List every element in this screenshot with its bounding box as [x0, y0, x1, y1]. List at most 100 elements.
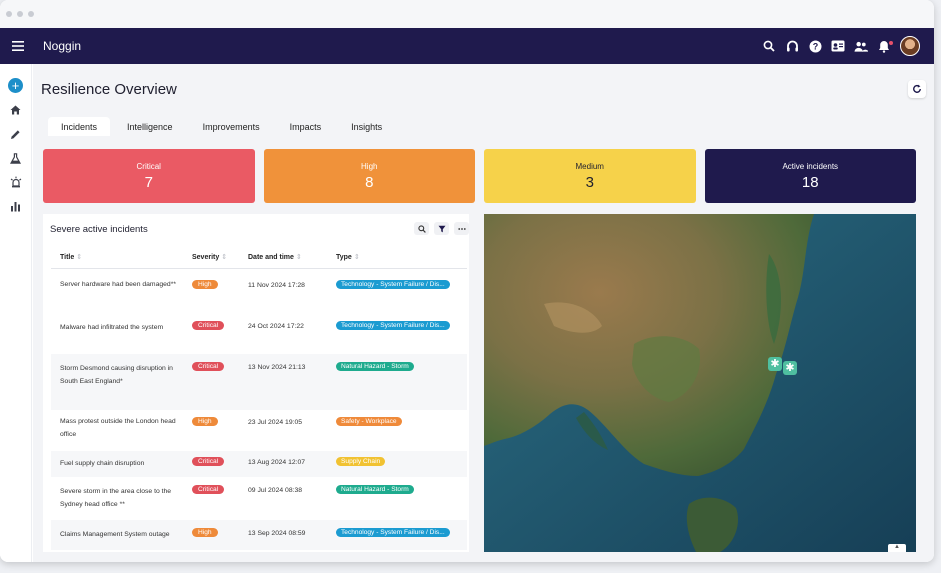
incident-date: 09 Jul 2024 08:38 — [248, 487, 303, 494]
sort-icon: ⇕ — [76, 254, 83, 261]
incident-date: 13 Sep 2024 08:59 — [248, 530, 306, 537]
table-row[interactable]: Claims Management System outage High 13 … — [51, 520, 467, 550]
svg-text:?: ? — [812, 41, 818, 51]
sort-icon: ⇕ — [221, 254, 228, 261]
incident-date: 13 Aug 2024 12:07 — [248, 459, 306, 466]
avatar[interactable] — [900, 36, 920, 56]
tab-insights[interactable]: Insights — [338, 117, 395, 136]
incident-map[interactable]: ✱ ✱ ▲ — [484, 214, 916, 552]
severe-incidents-panel: Severe active incidents Title ⇕ Severity ⇕… — [43, 214, 469, 552]
help-icon[interactable]: ? — [808, 39, 822, 53]
severity-badge: Critical — [192, 457, 225, 466]
chevron-up-icon[interactable]: ▲ — [888, 544, 906, 552]
search-icon[interactable] — [762, 39, 776, 53]
summary-cards: Critical 7 High 8 Medium 3 Active incide… — [43, 149, 916, 203]
column-label: Type — [336, 254, 352, 261]
incident-title: Server hardware had been damaged** — [60, 281, 177, 288]
window-dot[interactable] — [17, 11, 23, 17]
card-value: 18 — [801, 173, 819, 191]
type-badge: Technology - System Failure / Dis... — [336, 528, 450, 537]
contact-card-icon[interactable] — [831, 39, 845, 53]
severity-badge: High — [192, 528, 218, 537]
tab-intelligence[interactable]: Intelligence — [114, 117, 186, 136]
column-label: Severity — [192, 254, 220, 261]
people-icon[interactable] — [854, 39, 868, 53]
chart-icon[interactable] — [9, 199, 23, 213]
card-value: 3 — [585, 173, 594, 191]
home-icon[interactable] — [9, 103, 23, 117]
tab-bar: Incidents Intelligence Improvements Impa… — [48, 117, 395, 136]
severity-badge: Critical — [192, 362, 225, 371]
type-badge: Safety - Workplace — [336, 417, 402, 426]
active-incidents-card[interactable]: Active incidents 18 — [704, 149, 916, 203]
alarm-icon[interactable] — [9, 175, 23, 189]
table-row[interactable]: Storm Desmond causing disruption in Sout… — [51, 354, 467, 410]
bell-icon[interactable] — [877, 39, 893, 53]
incident-title: Fuel supply chain disruption — [60, 460, 145, 467]
add-icon[interactable]: + — [8, 78, 23, 93]
map-marker[interactable]: ✱ — [783, 361, 797, 375]
table-row[interactable]: Server hardware had been damaged** High … — [51, 272, 467, 312]
column-severity[interactable]: Severity ⇕ — [192, 253, 227, 261]
table-row[interactable]: Malware had infiltrated the system Criti… — [51, 315, 467, 345]
card-label: Active incidents — [782, 161, 839, 171]
tab-incidents[interactable]: Incidents — [48, 117, 111, 136]
search-icon[interactable] — [414, 222, 429, 235]
hamburger-menu-icon[interactable] — [0, 41, 36, 51]
high-card[interactable]: High 8 — [263, 149, 475, 203]
table-header: Title ⇕ Severity ⇕ Date and time ⇕ Type ⇕ — [51, 244, 467, 269]
map-marker[interactable]: ✱ — [768, 357, 782, 371]
type-badge: Natural Hazard - Storm — [336, 362, 414, 371]
table-row[interactable]: Severe storm in the area close to the Sy… — [51, 481, 467, 517]
severity-badge: High — [192, 417, 218, 426]
card-label: Critical — [136, 161, 161, 171]
column-label: Date and time — [248, 254, 294, 261]
column-label: Title — [60, 254, 75, 261]
incident-date: 23 Jul 2024 19:05 — [248, 419, 303, 426]
type-badge: Technology - System Failure / Dis... — [336, 321, 450, 330]
type-badge: Technology - System Failure / Dis... — [336, 280, 450, 289]
sort-icon: ⇕ — [295, 254, 302, 261]
satellite-map — [484, 214, 916, 552]
app-window: Noggin ? + Resilience Overview Incidents… — [0, 0, 934, 562]
window-chrome — [0, 0, 934, 28]
incident-title: Claims Management System outage — [60, 531, 170, 538]
table-row[interactable]: Fuel supply chain disruption Critical 13… — [51, 451, 467, 477]
window-dot[interactable] — [28, 11, 34, 17]
incident-title: Malware had infiltrated the system — [60, 324, 164, 331]
severity-badge: High — [192, 280, 218, 289]
headset-icon[interactable] — [785, 39, 799, 53]
critical-card[interactable]: Critical 7 — [43, 149, 255, 203]
column-date[interactable]: Date and time ⇕ — [248, 253, 302, 261]
table-row[interactable]: Mass protest outside the London head off… — [51, 414, 467, 450]
card-value: 7 — [144, 173, 153, 191]
column-title[interactable]: Title ⇕ — [60, 253, 82, 261]
refresh-icon[interactable] — [908, 80, 926, 98]
incident-title: Severe storm in the area close to the Sy… — [60, 488, 172, 508]
more-options-icon[interactable] — [454, 222, 469, 235]
card-label: Medium — [575, 161, 604, 171]
page-title: Resilience Overview — [41, 81, 177, 98]
incident-title: Storm Desmond causing disruption in Sout… — [60, 365, 173, 385]
filter-icon[interactable] — [434, 222, 449, 235]
incident-title: Mass protest outside the London head off… — [60, 418, 176, 438]
type-badge: Supply Chain — [336, 457, 386, 466]
medium-card[interactable]: Medium 3 — [484, 149, 696, 203]
incident-date: 13 Nov 2024 21:13 — [248, 364, 306, 371]
notification-dot — [889, 41, 893, 45]
tab-impacts[interactable]: Impacts — [277, 117, 335, 136]
pencil-icon[interactable] — [9, 127, 23, 141]
tab-improvements[interactable]: Improvements — [190, 117, 273, 136]
sort-icon: ⇕ — [353, 254, 360, 261]
column-type[interactable]: Type ⇕ — [336, 253, 360, 261]
app-name[interactable]: Noggin — [43, 39, 81, 53]
severity-badge: Critical — [192, 485, 225, 494]
left-nav: + — [0, 64, 32, 562]
incident-date: 24 Oct 2024 17:22 — [248, 323, 304, 330]
incident-date: 11 Nov 2024 17:28 — [248, 282, 305, 289]
flask-icon[interactable] — [9, 151, 23, 165]
main-content: Resilience Overview Incidents Intelligen… — [33, 64, 934, 562]
type-badge: Natural Hazard - Storm — [336, 485, 414, 494]
card-label: High — [361, 161, 378, 171]
window-dot[interactable] — [6, 11, 12, 17]
